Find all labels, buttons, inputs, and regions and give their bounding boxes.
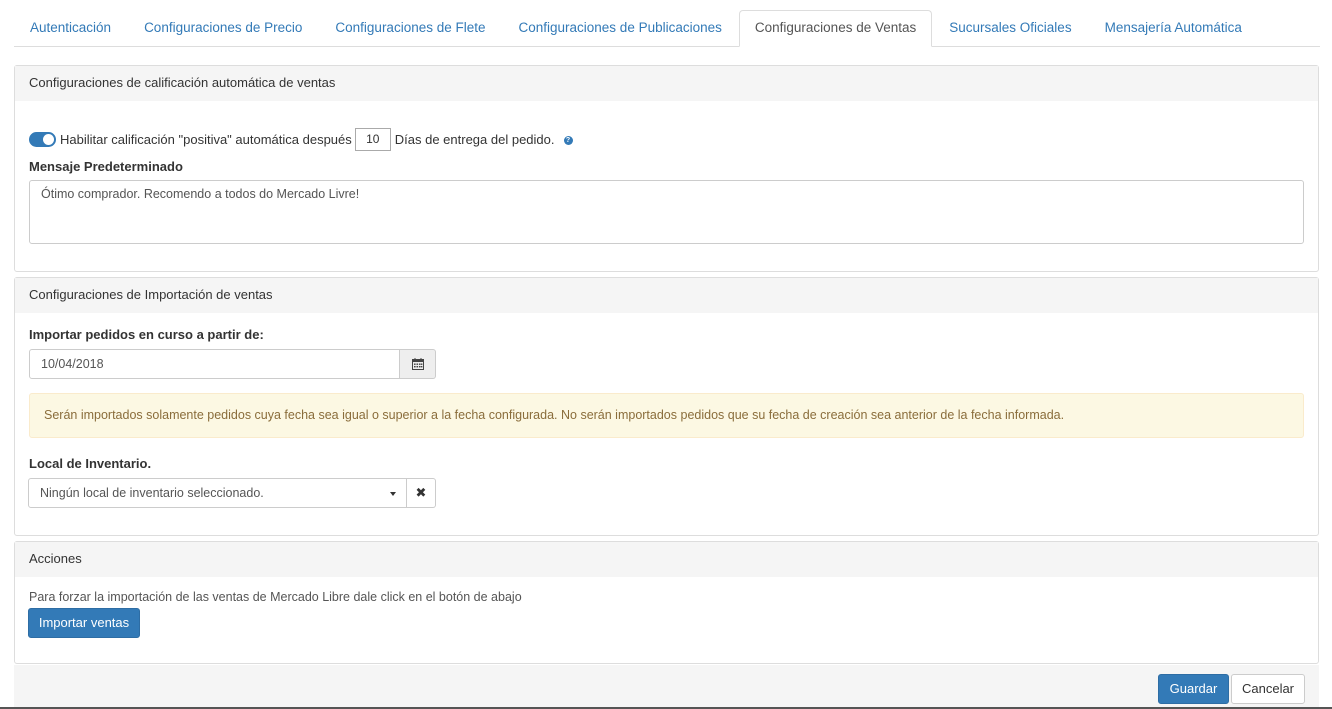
tab-autenticacion[interactable]: Autenticación [14, 10, 127, 46]
inventory-select-group: Ningún local de inventario seleccionado.… [28, 478, 436, 508]
panel-title: Acciones [15, 542, 1318, 577]
toggle-label-before: Habilitar calificación "positiva" automá… [60, 131, 352, 147]
panel-title: Configuraciones de Importación de ventas [15, 278, 1318, 313]
inventory-select-value: Ningún local de inventario seleccionado. [40, 486, 264, 500]
days-input[interactable]: 10 [354, 127, 391, 151]
import-date-input[interactable]: 10/04/2018 [29, 349, 400, 379]
save-button[interactable]: Guardar [1158, 674, 1229, 704]
settings-tabs: Autenticación Configuraciones de Precio … [14, 10, 1320, 47]
toggle-label-after: Días de entrega del pedido. [394, 131, 555, 147]
tab-sucursales-oficiales[interactable]: Sucursales Oficiales [933, 10, 1087, 46]
tab-configuraciones-flete[interactable]: Configuraciones de Flete [319, 10, 501, 46]
auto-rating-toggle[interactable] [29, 132, 56, 147]
tab-configuraciones-ventas[interactable]: Configuraciones de Ventas [738, 10, 933, 47]
chevron-down-icon [390, 492, 396, 496]
tab-configuraciones-publicaciones[interactable]: Configuraciones de Publicaciones [503, 10, 738, 46]
cancel-button[interactable]: Cancelar [1231, 674, 1305, 704]
import-settings-panel: Configuraciones de Importación de ventas… [14, 277, 1319, 536]
date-picker: 10/04/2018 [29, 349, 436, 379]
calendar-icon [411, 358, 424, 370]
default-message-textarea[interactable]: Ótimo comprador. Recomendo a todos do Me… [29, 180, 1304, 244]
tab-configuraciones-precio[interactable]: Configuraciones de Precio [128, 10, 318, 46]
import-sales-button[interactable]: Importar ventas [28, 608, 140, 638]
auto-rating-row: Habilitar calificación "positiva" automá… [29, 127, 573, 151]
import-date-label: Importar pedidos en curso a partir de: [29, 327, 264, 342]
form-footer: Guardar Cancelar [14, 665, 1319, 709]
import-warning-alert: Serán importados solamente pedidos cuya … [29, 393, 1304, 438]
clear-inventory-button[interactable]: ✖ [407, 478, 436, 508]
actions-description: Para forzar la importación de las ventas… [29, 590, 522, 604]
tab-mensajeria-automatica[interactable]: Mensajería Automática [1089, 10, 1258, 46]
actions-panel: Acciones Para forzar la importación de l… [14, 541, 1319, 664]
inventory-select[interactable]: Ningún local de inventario seleccionado. [28, 478, 407, 508]
question-circle-icon[interactable]: ? [563, 136, 573, 145]
close-icon: ✖ [415, 485, 427, 500]
auto-rating-panel: Configuraciones de calificación automáti… [14, 65, 1319, 272]
panel-title: Configuraciones de calificación automáti… [15, 66, 1318, 101]
calendar-button[interactable] [400, 349, 436, 379]
inventory-label: Local de Inventario. [29, 456, 152, 471]
message-label: Mensaje Predeterminado [29, 159, 183, 174]
